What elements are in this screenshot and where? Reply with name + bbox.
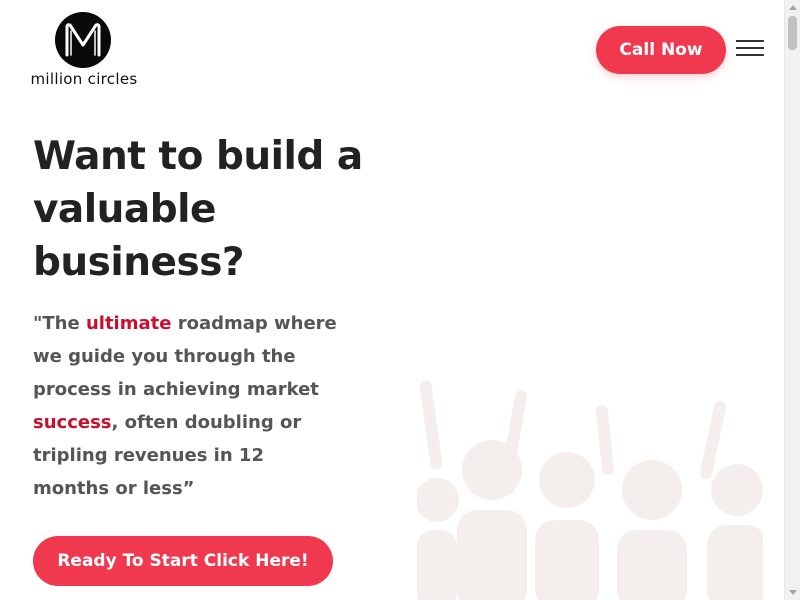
menu-bar [736, 47, 764, 49]
million-circles-logo-icon [55, 12, 111, 68]
quote-highlight-ultimate: ultimate [85, 313, 172, 334]
cheering-people-illustration [417, 380, 763, 600]
menu-bar [736, 54, 764, 56]
scroll-up-icon[interactable] [789, 5, 797, 10]
hamburger-menu-icon[interactable] [736, 38, 764, 58]
hero-headline: Want to build a valuable business? [33, 134, 363, 285]
quote-highlight-success: success [33, 412, 112, 433]
menu-bar [736, 40, 764, 42]
brand-name: million circles [30, 70, 138, 88]
hero-quote: "The ultimate roadmap where we guide you… [33, 307, 343, 505]
page: million circles Call Now Want to build a… [0, 0, 800, 600]
quote-text: "The [33, 313, 86, 334]
scroll-thumb[interactable] [788, 16, 797, 50]
ready-to-start-button[interactable]: Ready To Start Click Here! [33, 536, 333, 586]
call-now-button[interactable]: Call Now [596, 26, 726, 74]
brand-logo[interactable]: million circles [22, 10, 146, 92]
page-scrollbar[interactable] [784, 0, 800, 600]
scroll-down-icon[interactable] [789, 590, 797, 595]
